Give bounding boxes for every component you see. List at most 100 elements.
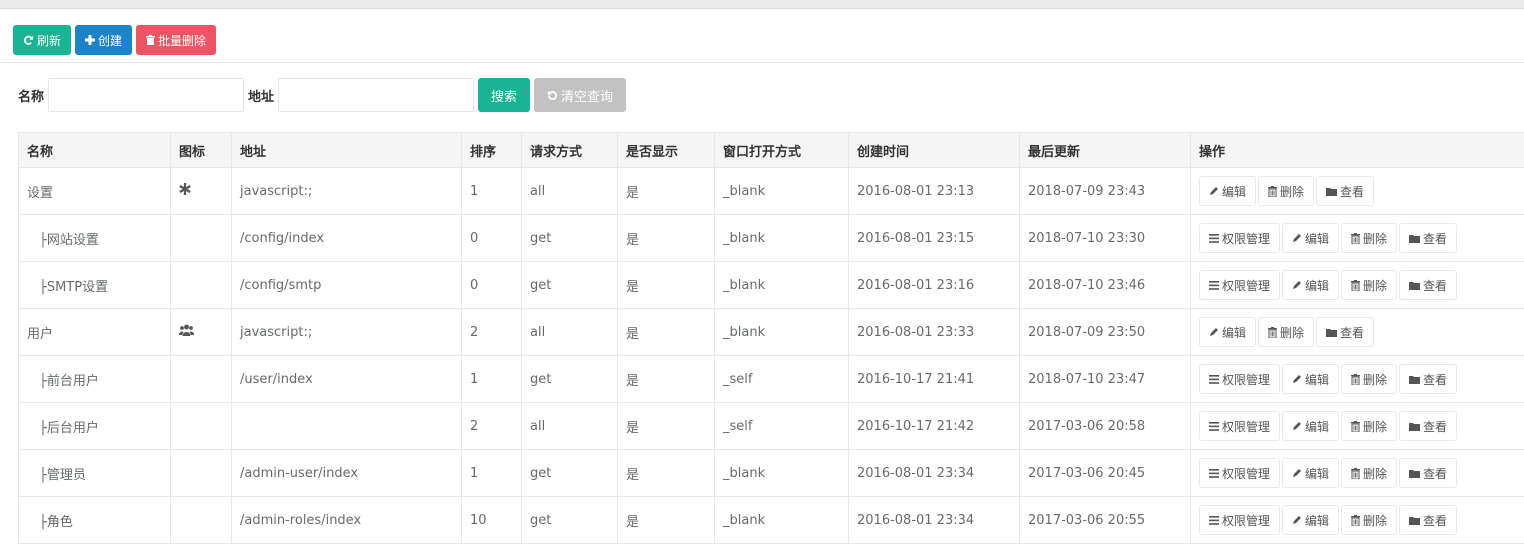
cell-updated: 2017-03-06 20:55 xyxy=(1020,497,1191,544)
view-button[interactable]: 查看 xyxy=(1399,458,1457,488)
batch-delete-button[interactable]: 批量删除 xyxy=(136,25,216,55)
permissions-label: 权限管理 xyxy=(1222,512,1270,529)
view-button[interactable]: 查看 xyxy=(1399,364,1457,394)
edit-label: 编辑 xyxy=(1305,418,1329,435)
view-button[interactable]: 查看 xyxy=(1399,270,1457,300)
delete-button[interactable]: 删除 xyxy=(1341,223,1397,253)
delete-label: 删除 xyxy=(1280,324,1304,341)
action-group: 编辑删除查看 xyxy=(1199,176,1524,206)
cell-created: 2016-08-01 23:16 xyxy=(849,262,1020,309)
cell-actions: 编辑删除查看 xyxy=(1191,168,1524,215)
address-input[interactable] xyxy=(278,78,474,112)
table-row[interactable]: ├后台用户2all是_self2016-10-17 21:422017-03-0… xyxy=(19,403,1524,450)
trash-icon xyxy=(1351,233,1360,244)
users-icon xyxy=(179,324,194,336)
edit-button[interactable]: 编辑 xyxy=(1282,364,1339,394)
trash-icon xyxy=(146,35,155,45)
edit-button[interactable]: 编辑 xyxy=(1282,223,1339,253)
folder-icon xyxy=(1409,375,1420,384)
action-group: 权限管理编辑删除查看 xyxy=(1199,458,1524,488)
clear-query-label: 清空查询 xyxy=(561,86,613,105)
delete-button[interactable]: 删除 xyxy=(1341,411,1397,441)
edit-button[interactable]: 编辑 xyxy=(1282,505,1339,535)
pencil-icon xyxy=(1292,280,1302,290)
cell-name: ├角色 xyxy=(19,497,171,544)
cell-visible: 是 xyxy=(618,215,715,262)
name-input[interactable] xyxy=(48,78,244,112)
pencil-icon xyxy=(1292,421,1302,431)
cell-visible: 是 xyxy=(618,450,715,497)
edit-button[interactable]: 编辑 xyxy=(1282,270,1339,300)
table-row[interactable]: 用户javascript:;2all是_blank2016-08-01 23:3… xyxy=(19,309,1524,356)
cell-updated: 2018-07-10 23:46 xyxy=(1020,262,1191,309)
refresh-icon xyxy=(23,35,34,46)
edit-label: 编辑 xyxy=(1222,183,1246,200)
table-row[interactable]: ├前台用户/user/index1get是_self2016-10-17 21:… xyxy=(19,356,1524,403)
edit-label: 编辑 xyxy=(1305,230,1329,247)
edit-button[interactable]: 编辑 xyxy=(1282,458,1339,488)
cell-sort: 0 xyxy=(462,215,522,262)
cell-created: 2016-08-01 23:33 xyxy=(849,309,1020,356)
create-button[interactable]: 创建 xyxy=(75,25,132,55)
permissions-button[interactable]: 权限管理 xyxy=(1199,458,1280,488)
cell-sort: 1 xyxy=(462,450,522,497)
edit-button[interactable]: 编辑 xyxy=(1199,176,1256,206)
plus-icon xyxy=(85,35,95,45)
cell-name: ├后台用户 xyxy=(19,403,171,450)
permissions-button[interactable]: 权限管理 xyxy=(1199,223,1280,253)
permissions-button[interactable]: 权限管理 xyxy=(1199,364,1280,394)
view-button[interactable]: 查看 xyxy=(1316,176,1374,206)
action-group: 权限管理 编辑 删除 查看 xyxy=(1199,223,1524,253)
list-icon xyxy=(1209,281,1219,290)
cell-created: 2016-10-17 21:41 xyxy=(849,356,1020,403)
pencil-icon xyxy=(1209,327,1219,337)
delete-label: 删除 xyxy=(1363,230,1387,247)
view-label: 查看 xyxy=(1340,324,1364,341)
cell-address: /config/smtp xyxy=(232,262,462,309)
cell-icon xyxy=(171,309,232,356)
trash-icon xyxy=(1351,421,1360,432)
view-label: 查看 xyxy=(1423,230,1447,247)
view-button[interactable]: 查看 xyxy=(1399,411,1457,441)
delete-button[interactable]: 删除 xyxy=(1341,458,1397,488)
table-row[interactable]: ├角色/admin-roles/index10get是_blank2016-08… xyxy=(19,497,1524,544)
cell-visible: 是 xyxy=(618,356,715,403)
table-row[interactable]: ├管理员/admin-user/index1get是_blank2016-08-… xyxy=(19,450,1524,497)
delete-button[interactable]: 删除 xyxy=(1341,364,1397,394)
search-form: 名称 地址 搜索 清空查询 xyxy=(18,78,626,112)
delete-button[interactable]: 删除 xyxy=(1341,505,1397,535)
delete-button[interactable]: 删除 xyxy=(1258,176,1314,206)
cell-updated: 2017-03-06 20:58 xyxy=(1020,403,1191,450)
cell-icon xyxy=(171,168,232,215)
cell-address xyxy=(232,403,462,450)
table-row[interactable]: 设置javascript:;1all是_blank2016-08-01 23:1… xyxy=(19,168,1524,215)
search-button[interactable]: 搜索 xyxy=(478,78,530,112)
cell-name: ├SMTP设置 xyxy=(19,262,171,309)
clear-query-button[interactable]: 清空查询 xyxy=(534,78,626,112)
cell-address: javascript:; xyxy=(232,168,462,215)
trash-icon xyxy=(1268,186,1277,197)
permissions-button[interactable]: 权限管理 xyxy=(1199,411,1280,441)
table-row[interactable]: ├SMTP设置/config/smtp0get是_blank2016-08-01… xyxy=(19,262,1524,309)
view-button[interactable]: 查看 xyxy=(1399,505,1457,535)
folder-icon xyxy=(1326,328,1337,337)
cell-sort: 2 xyxy=(462,309,522,356)
trash-icon xyxy=(1268,327,1277,338)
delete-button[interactable]: 删除 xyxy=(1258,317,1314,347)
delete-button[interactable]: 删除 xyxy=(1341,270,1397,300)
view-button[interactable]: 查看 xyxy=(1399,223,1457,253)
view-button[interactable]: 查看 xyxy=(1316,317,1374,347)
cell-icon xyxy=(171,215,232,262)
cell-updated: 2018-07-09 23:43 xyxy=(1020,168,1191,215)
table-row[interactable]: ├网站设置/config/index0get是_blank2016-08-01 … xyxy=(19,215,1524,262)
refresh-button[interactable]: 刷新 xyxy=(13,25,71,55)
edit-button[interactable]: 编辑 xyxy=(1199,317,1256,347)
trash-icon xyxy=(1351,468,1360,479)
cell-address: /config/index xyxy=(232,215,462,262)
permissions-button[interactable]: 权限管理 xyxy=(1199,270,1280,300)
cell-target: _blank xyxy=(715,215,849,262)
cell-target: _self xyxy=(715,403,849,450)
cell-actions: 权限管理 编辑 删除 查看 xyxy=(1191,215,1524,262)
edit-button[interactable]: 编辑 xyxy=(1282,411,1339,441)
permissions-button[interactable]: 权限管理 xyxy=(1199,505,1280,535)
